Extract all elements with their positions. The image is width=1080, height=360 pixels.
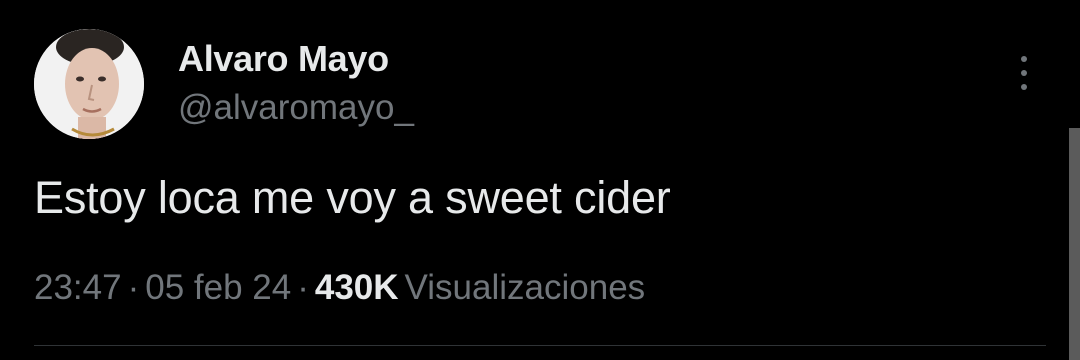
avatar-photo bbox=[34, 29, 144, 139]
author-handle[interactable]: @alvaromayo_ bbox=[178, 88, 414, 128]
tweet-meta: 23:47 · 05 feb 24 · 430K Visualizaciones bbox=[34, 268, 645, 308]
views-count[interactable]: 430K bbox=[315, 268, 399, 307]
scrollbar[interactable] bbox=[1069, 128, 1080, 360]
views-label: Visualizaciones bbox=[404, 268, 646, 307]
tweet-date[interactable]: 05 feb 24 bbox=[145, 268, 291, 307]
meta-separator: · bbox=[297, 268, 309, 307]
divider bbox=[34, 345, 1046, 346]
more-options-button[interactable] bbox=[1008, 52, 1040, 94]
author-display-name[interactable]: Alvaro Mayo bbox=[178, 38, 389, 80]
tweet-text: Estoy loca me voy a sweet cider bbox=[34, 172, 671, 223]
meta-separator: · bbox=[127, 268, 140, 307]
tweet-detail: Alvaro Mayo @alvaromayo_ Estoy loca me v… bbox=[0, 0, 1080, 360]
avatar[interactable] bbox=[34, 29, 144, 139]
tweet-time[interactable]: 23:47 bbox=[34, 268, 122, 307]
more-vertical-icon bbox=[1021, 56, 1027, 62]
